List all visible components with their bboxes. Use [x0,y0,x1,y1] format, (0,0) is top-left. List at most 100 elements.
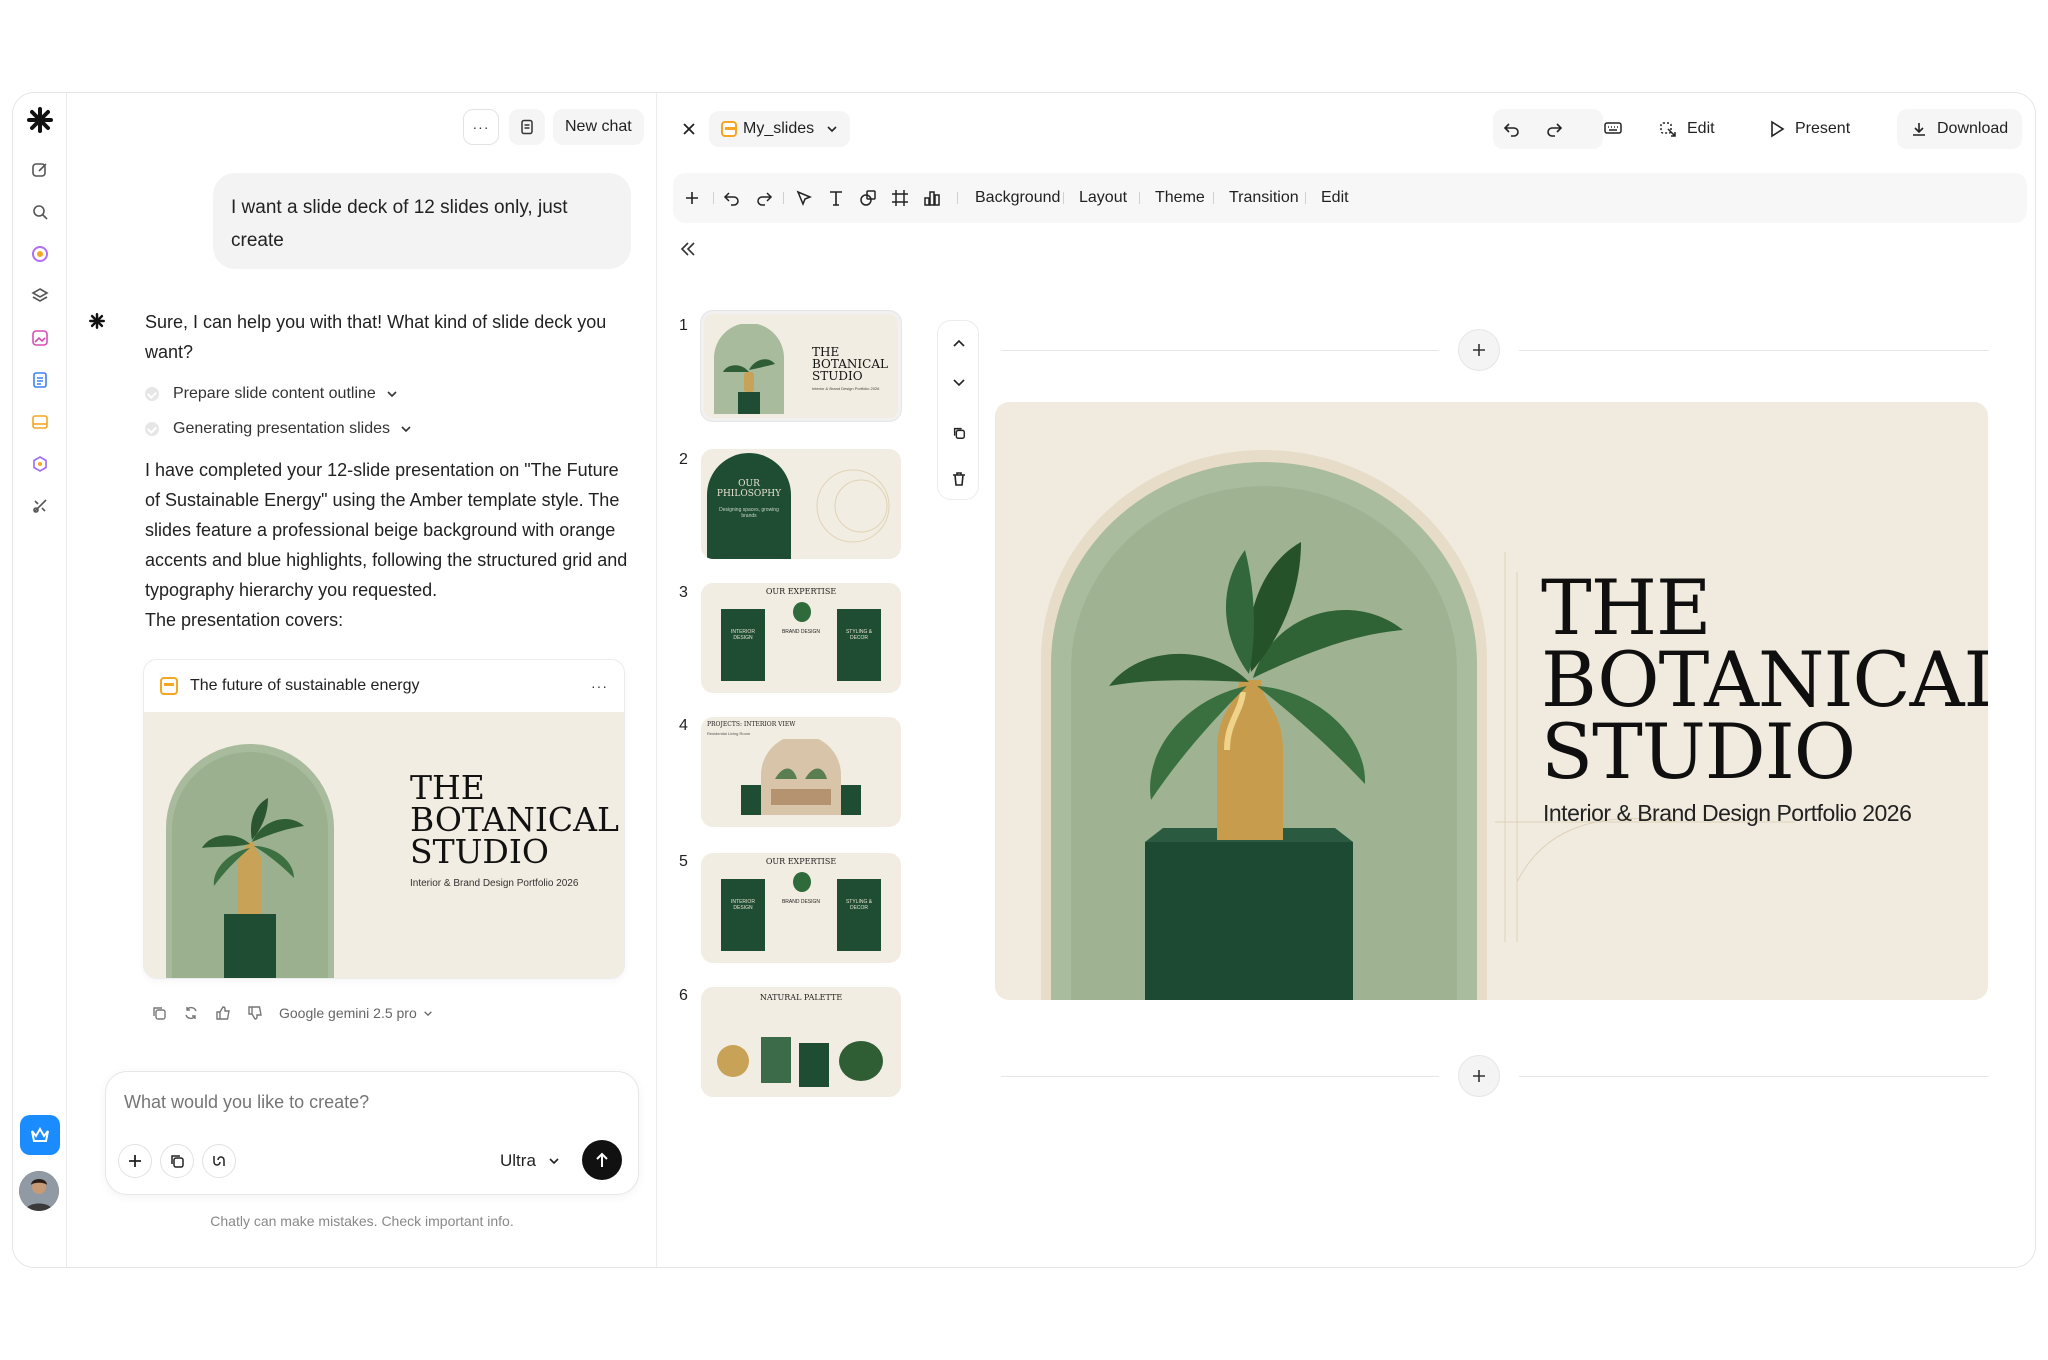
crop-tool[interactable] [891,173,909,223]
disclaimer: Chatly can make mistakes. Check importan… [210,1213,514,1229]
thumb-col-label: STYLING & DECOR [845,629,873,641]
close-icon [683,123,695,135]
thumb-title: OUR EXPERTISE [765,587,837,596]
presentation-card[interactable]: The future of sustainable energy ··· THE [143,659,625,979]
divider [1139,192,1140,204]
divider-line [1519,1076,1989,1077]
slide-thumb-1[interactable]: THE BOTANICAL STUDIO Interior & Brand De… [701,311,901,421]
response-actions: Google gemini 2.5 pro [151,1005,433,1021]
divider-line [1519,350,1989,351]
image-icon[interactable] [25,323,55,353]
notes-button[interactable] [509,109,545,145]
copy-icon[interactable] [151,1005,167,1021]
add-slide-below-button[interactable] [1458,1055,1500,1097]
more-options-button[interactable]: ··· [463,109,499,145]
slide-thumb-3[interactable]: OUR EXPERTISE INTERIOR DESIGN BRAND DESI… [701,583,901,693]
thumb-subtitle: Designing spaces, growing brands [719,507,779,519]
main-slide-canvas[interactable]: THE BOTANICAL STUDIO Interior & Brand De… [995,402,1988,1000]
slide-subtitle[interactable]: Interior & Brand Design Portfolio 2026 [1543,800,1912,827]
file-selector[interactable]: My_slides [709,111,851,147]
files-button[interactable] [160,1144,194,1178]
present-button[interactable]: Present [1757,109,1862,149]
download-button[interactable]: Download [1897,109,2023,149]
thumb-title: OUR EXPERTISE [765,857,837,866]
tools-icon[interactable] [25,491,55,521]
ai-hub-icon[interactable] [25,239,55,269]
slide-thumb-5[interactable]: OUR EXPERTISE INTERIOR DESIGN BRAND DESI… [701,853,901,963]
text-tool[interactable] [827,173,845,223]
tools-button[interactable] [202,1144,236,1178]
close-button[interactable] [671,111,707,147]
logo-icon[interactable] [25,105,55,135]
toolbar-transition[interactable]: Transition [1229,173,1299,223]
step-generate[interactable]: Generating presentation slides [145,420,412,438]
document-icon[interactable] [25,365,55,395]
move-up-button[interactable] [938,323,980,363]
regenerate-icon[interactable] [183,1005,199,1021]
thumb-card [721,879,765,951]
shape-tool[interactable] [859,173,877,223]
toolbar-theme[interactable]: Theme [1155,173,1205,223]
card-more-button[interactable]: ··· [591,678,608,694]
redo-button[interactable] [1545,120,1563,143]
move-down-button[interactable] [938,363,980,403]
slide-thumb-2[interactable]: OUR PHILOSOPHY Designing spaces, growing… [701,449,901,559]
avatar[interactable] [19,1171,59,1211]
left-rail [13,93,67,1267]
layers-icon[interactable] [25,281,55,311]
divider [1063,192,1064,204]
chevron-down-icon [827,126,837,133]
redo-button[interactable] [755,173,773,223]
undo-button[interactable] [723,173,741,223]
divider [783,192,784,204]
divider-line [1001,1076,1439,1077]
send-button[interactable] [582,1140,622,1180]
step-outline[interactable]: Prepare slide content outline [145,385,398,403]
leaf-icon [793,602,811,622]
duplicate-button[interactable] [938,413,980,453]
new-chat-button[interactable]: New chat [553,109,644,145]
undo-button[interactable] [1503,120,1521,143]
add-attachment-button[interactable] [118,1144,152,1178]
thumbs-up-icon[interactable] [215,1005,231,1021]
palette-image [717,1037,883,1087]
chevron-down-icon[interactable] [423,1010,433,1017]
collapse-panel-button[interactable] [679,241,697,262]
chart-tool[interactable] [923,173,941,223]
user-message: I want a slide deck of 12 slides only, j… [213,173,631,269]
leaf-icon [793,872,811,892]
download-icon [1913,123,1925,136]
slide-title[interactable]: THE BOTANICAL STUDIO [1541,570,1988,790]
prompt-input[interactable] [124,1092,604,1113]
chart-icon [924,191,940,206]
present-label: Present [1795,120,1851,137]
select-tool[interactable] [795,173,813,223]
chevron-down-icon [401,426,411,433]
chevron-down-icon[interactable] [548,1157,560,1165]
mode-label[interactable]: Ultra [500,1151,536,1171]
toolbar-background[interactable]: Background [975,173,1060,223]
add-slide-above-button[interactable] [1458,329,1500,371]
toolbar-layout[interactable]: Layout [1079,173,1127,223]
interior-arch-image [761,739,841,815]
edit-button[interactable]: Edit [1647,109,1727,149]
search-icon[interactable] [25,197,55,227]
shapes-icon [860,190,876,206]
arrow-up-icon [596,1152,608,1167]
hexagon-icon[interactable] [25,449,55,479]
toolbar-edit[interactable]: Edit [1321,173,1349,223]
delete-button[interactable] [938,459,980,499]
slides-icon[interactable] [25,407,55,437]
keyboard-icon [1604,122,1622,134]
crown-icon[interactable] [20,1115,60,1155]
model-selector[interactable]: Google gemini 2.5 pro [279,1005,417,1021]
slide-number: 4 [679,717,688,734]
keyboard-button[interactable] [1603,119,1623,142]
slide-thumb-4[interactable]: PROJECTS: INTERIOR VIEW Residential Livi… [701,717,901,827]
add-element-button[interactable] [685,173,699,223]
new-chat-icon[interactable] [25,155,55,185]
assistant-intro: Sure, I can help you with that! What kin… [145,312,607,362]
chevron-down-icon [387,391,397,398]
thumbs-down-icon[interactable] [247,1005,263,1021]
slide-thumb-6[interactable]: NATURAL PALETTE [701,987,901,1097]
